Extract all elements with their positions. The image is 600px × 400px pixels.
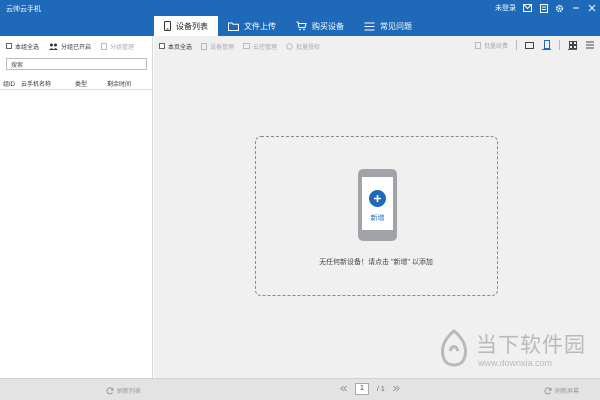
device-manage-button[interactable]: 设备管理 — [201, 42, 234, 51]
refresh-list-button[interactable]: 刷新列表 — [106, 386, 141, 395]
total-pages: / 1 — [377, 385, 385, 393]
main-tabs: 设备列表 文件上传 购买设备 常见问题 — [154, 16, 422, 36]
tab-label: 设备列表 — [176, 21, 208, 31]
toolbar-right: 批量续费 — [474, 40, 594, 50]
group-open-button[interactable]: 分组已开启 — [49, 42, 91, 51]
refresh-icon — [544, 386, 552, 394]
refresh-screen-label: 刷新屏幕 — [555, 389, 580, 395]
cart-icon — [296, 21, 307, 31]
landscape-view-icon[interactable] — [525, 41, 534, 50]
add-device-label: 新增 — [370, 215, 385, 222]
device-manage-label: 设备管理 — [210, 44, 235, 51]
empty-hint-text: 无任何新设备！请点击 "新增" 以添加 — [319, 259, 433, 266]
group-manage-label: 分组管理 — [110, 44, 135, 51]
batch-auth-label: 批量授权 — [296, 44, 321, 51]
prev-page-icon[interactable] — [340, 385, 347, 394]
auth-icon — [286, 42, 293, 50]
close-icon[interactable] — [587, 4, 596, 13]
refresh-screen-button[interactable]: 刷新屏幕 — [544, 386, 579, 395]
minimize-icon[interactable] — [571, 4, 580, 13]
portrait-view-icon[interactable] — [542, 40, 551, 50]
feedback-icon[interactable] — [539, 3, 548, 13]
select-all-group-checkbox[interactable]: 本组全选 — [6, 42, 39, 51]
current-page-input[interactable]: 1 — [355, 383, 369, 395]
group-icon — [49, 43, 59, 50]
app-title: 云帅云手机 — [6, 6, 41, 13]
add-device-button[interactable]: 新增 — [358, 169, 397, 241]
grid-view-icon[interactable] — [568, 40, 577, 50]
checkbox-box — [159, 43, 165, 49]
watermark-logo-icon — [440, 329, 468, 367]
tab-label: 购买设备 — [312, 21, 344, 31]
login-link[interactable]: 未登录 — [495, 3, 516, 13]
cloud-control-button[interactable]: 云控管理 — [243, 42, 277, 51]
manage-icon — [101, 42, 108, 50]
device-manage-icon — [201, 42, 208, 50]
group-open-label: 分组已开启 — [61, 44, 92, 51]
empty-device-placeholder: 新增 无任何新设备！请点击 "新增" 以添加 — [255, 136, 498, 296]
toolbar-divider — [516, 40, 517, 50]
column-header[interactable]: 云手机名称 — [21, 79, 75, 88]
list-view-icon[interactable] — [585, 41, 594, 50]
group-manage-button[interactable]: 分组管理 — [101, 42, 134, 51]
tab-faq[interactable]: 常见问题 — [354, 16, 422, 36]
search-input[interactable] — [6, 58, 147, 70]
cloud-control-label: 云控管理 — [253, 44, 278, 51]
pagination: 1 / 1 — [340, 383, 400, 395]
tab-label: 常见问题 — [380, 21, 412, 31]
toolbar-divider — [559, 40, 560, 50]
select-all-group-label: 本组全选 — [15, 44, 40, 51]
list-icon — [364, 22, 375, 30]
watermark: 当下软件园 www.downxia.com — [432, 325, 592, 385]
group-panel: 本组全选 分组已开启 分组管理 组ID 云手机名称 类型 剩余时间 — [0, 36, 153, 378]
group-toolbar: 本组全选 分组已开启 分组管理 — [0, 36, 152, 56]
next-page-icon[interactable] — [392, 385, 400, 394]
device-toolbar: 本页全选 设备管理 云控管理 批量授权 批量续费 — [154, 36, 600, 56]
watermark-text: 当下软件园 — [476, 333, 586, 357]
renew-icon — [474, 41, 481, 49]
refresh-list-label: 刷新列表 — [117, 389, 142, 395]
plus-icon — [369, 190, 386, 207]
select-page-label: 本页全选 — [168, 44, 193, 51]
batch-auth-button[interactable]: 批量授权 — [286, 42, 320, 51]
tab-buy-device[interactable]: 购买设备 — [286, 16, 354, 36]
tab-device-list[interactable]: 设备列表 — [154, 16, 218, 36]
batch-renew-label: 批量续费 — [483, 43, 508, 50]
column-header[interactable]: 组ID — [3, 79, 21, 88]
device-table-header: 组ID 云手机名称 类型 剩余时间 — [0, 78, 152, 90]
mail-icon[interactable] — [523, 4, 532, 13]
tab-label: 文件上传 — [244, 21, 276, 31]
batch-renew-button[interactable]: 批量续费 — [474, 41, 508, 50]
window-controls: 未登录 — [495, 3, 596, 13]
column-header[interactable]: 剩余时间 — [107, 79, 147, 88]
refresh-icon — [106, 386, 114, 394]
folder-icon — [228, 22, 239, 31]
title-bar: 云帅云手机 未登录 设备列表 文件上传 购买设备 常见问题 — [0, 0, 600, 36]
select-page-checkbox[interactable]: 本页全选 — [159, 42, 192, 51]
column-header[interactable]: 类型 — [75, 79, 107, 88]
gear-icon[interactable] — [555, 4, 564, 13]
checkbox-box — [6, 43, 12, 49]
tab-file-upload[interactable]: 文件上传 — [218, 16, 286, 36]
cloud-control-icon — [243, 43, 251, 49]
phone-icon — [164, 21, 171, 31]
watermark-url: www.downxia.com — [478, 358, 553, 368]
